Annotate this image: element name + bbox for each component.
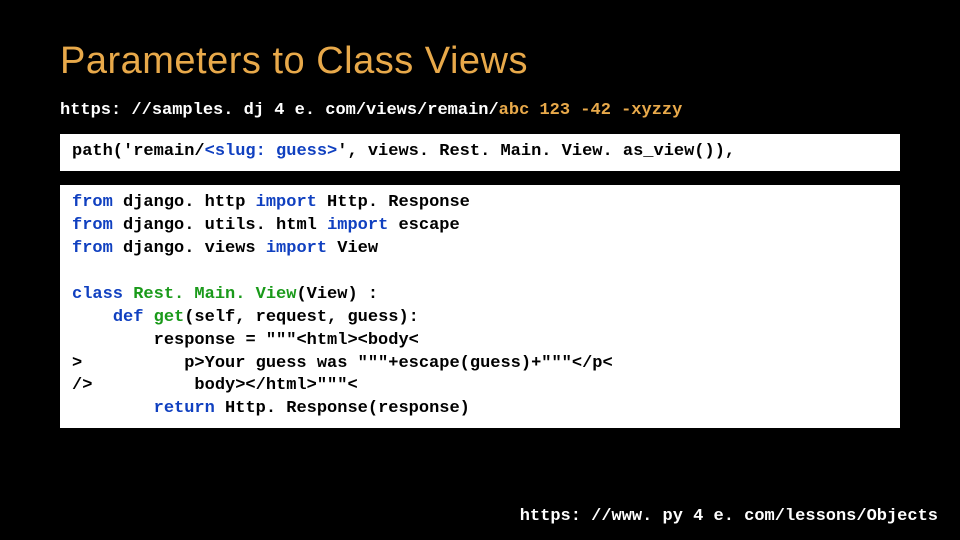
imp-escape: escape (388, 216, 459, 235)
return-val: Http. Response(response) (215, 399, 470, 418)
resp-line-2: > p>Your guess was """+escape(guess)+"""… (72, 354, 613, 373)
kw-import-1: import (256, 193, 317, 212)
kw-from-3: from (72, 239, 113, 258)
imp-view: View (327, 239, 378, 258)
resp-line-3: /> body></html>"""< (72, 376, 358, 395)
def-args: (self, request, guess): (184, 308, 419, 327)
kw-import-2: import (327, 216, 388, 235)
mod-utils: django. utils. html (113, 216, 327, 235)
example-url: https: //samples. dj 4 e. com/views/rema… (60, 101, 900, 120)
slide-title: Parameters to Class Views (60, 40, 900, 83)
mod-views: django. views (113, 239, 266, 258)
kw-from-2: from (72, 216, 113, 235)
kw-import-3: import (266, 239, 327, 258)
resp-line-1: response = """<html><body< (154, 331, 419, 350)
class-name: Rest. Main. View (123, 285, 296, 304)
url-prefix: https: //samples. dj 4 e. com/views/rema… (60, 101, 499, 120)
route-suffix: ', views. Rest. Main. View. as_view()), (337, 142, 735, 161)
imp-httpresp: Http. Response (317, 193, 470, 212)
route-code-box: path('remain/<slug: guess>', views. Rest… (60, 134, 900, 171)
kw-class: class (72, 285, 123, 304)
def-name: get (154, 308, 185, 327)
mod-http: django. http (113, 193, 256, 212)
kw-from-1: from (72, 193, 113, 212)
footer-link: https: //www. py 4 e. com/lessons/Object… (520, 507, 938, 526)
class-tail: (View) : (296, 285, 378, 304)
route-prefix: path('remain/ (72, 142, 205, 161)
view-code-box: from django. http import Http. Response … (60, 185, 900, 428)
kw-return: return (154, 399, 215, 418)
kw-def: def (113, 308, 144, 327)
route-slug: <slug: guess> (205, 142, 338, 161)
url-param: abc 123 -42 -xyzzy (499, 101, 683, 120)
